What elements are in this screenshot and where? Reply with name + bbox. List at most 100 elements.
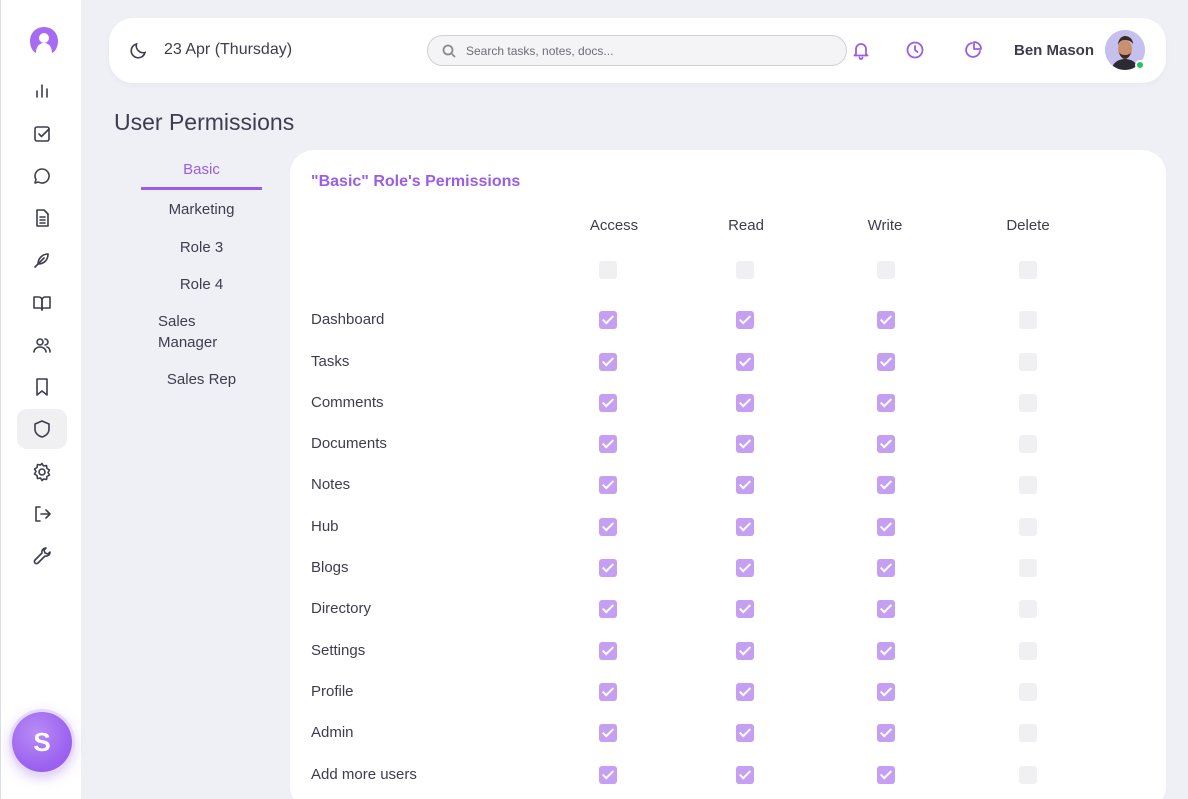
role-basic[interactable]: Basic <box>141 159 262 190</box>
delete-checkbox[interactable] <box>1019 435 1037 453</box>
permission-row-label: Dashboard <box>311 311 385 328</box>
write-checkbox[interactable] <box>877 766 895 784</box>
sidebar: S <box>0 0 81 799</box>
app-logo-icon[interactable] <box>28 26 60 54</box>
admin-shield-icon[interactable] <box>17 409 67 449</box>
directory-users-icon[interactable] <box>17 325 67 365</box>
access-checkbox[interactable] <box>599 766 617 784</box>
delete-checkbox[interactable] <box>1019 559 1037 577</box>
write-checkbox[interactable] <box>877 353 895 371</box>
comments-icon[interactable] <box>17 156 67 196</box>
read-checkbox[interactable] <box>736 559 754 577</box>
bookmark-icon[interactable] <box>17 367 67 407</box>
dashboard-chart-icon[interactable] <box>17 71 67 111</box>
hub-book-icon[interactable] <box>17 283 67 323</box>
write-checkbox[interactable] <box>877 435 895 453</box>
permission-row-label: Tasks <box>311 353 350 370</box>
access-checkbox[interactable] <box>599 559 617 577</box>
access-checkbox[interactable] <box>599 642 617 660</box>
delete-checkbox[interactable] <box>1019 683 1037 701</box>
read-checkbox[interactable] <box>736 518 754 536</box>
write-checkbox[interactable] <box>877 559 895 577</box>
select-all-read-checkbox[interactable] <box>736 261 754 279</box>
permission-row-label: Admin <box>311 724 354 741</box>
delete-checkbox[interactable] <box>1019 311 1037 329</box>
read-checkbox[interactable] <box>736 600 754 618</box>
select-all-write-checkbox[interactable] <box>877 261 895 279</box>
write-checkbox[interactable] <box>877 642 895 660</box>
role-marketing[interactable]: Marketing <box>141 199 262 220</box>
access-checkbox[interactable] <box>599 518 617 536</box>
column-access: Access <box>589 217 639 234</box>
role-3[interactable]: Role 3 <box>141 237 262 258</box>
write-checkbox[interactable] <box>877 600 895 618</box>
permission-row-label: Comments <box>311 394 384 411</box>
permission-row-label: Settings <box>311 642 366 659</box>
access-checkbox[interactable] <box>599 353 617 371</box>
write-checkbox[interactable] <box>877 683 895 701</box>
clock-icon[interactable] <box>905 40 925 60</box>
permission-row-label: Directory <box>311 600 372 617</box>
read-checkbox[interactable] <box>736 683 754 701</box>
brand-app-button[interactable]: S <box>12 712 72 772</box>
delete-checkbox[interactable] <box>1019 724 1037 742</box>
column-read: Read <box>728 217 764 234</box>
delete-checkbox[interactable] <box>1019 766 1037 784</box>
write-checkbox[interactable] <box>877 311 895 329</box>
access-checkbox[interactable] <box>599 435 617 453</box>
delete-checkbox[interactable] <box>1019 353 1037 371</box>
logout-icon[interactable] <box>17 494 67 534</box>
user-name[interactable]: Ben Mason <box>1014 42 1094 59</box>
access-checkbox[interactable] <box>599 683 617 701</box>
read-checkbox[interactable] <box>736 642 754 660</box>
tools-wrench-icon[interactable] <box>17 536 67 576</box>
notes-feather-icon[interactable] <box>17 240 67 280</box>
permission-row-label: Documents <box>311 435 387 452</box>
page-title: User Permissions <box>114 109 295 135</box>
permission-row-label: Profile <box>311 683 354 700</box>
top-header: 23 Apr (Thursday) Ben Mason <box>109 18 1166 83</box>
select-all-delete-checkbox[interactable] <box>1019 261 1037 279</box>
column-delete: Delete <box>1006 217 1050 234</box>
write-checkbox[interactable] <box>877 724 895 742</box>
access-checkbox[interactable] <box>599 724 617 742</box>
settings-gear-icon[interactable] <box>17 452 67 492</box>
documents-icon[interactable] <box>17 198 67 238</box>
tasks-check-icon[interactable] <box>17 114 67 154</box>
write-checkbox[interactable] <box>877 476 895 494</box>
read-checkbox[interactable] <box>736 435 754 453</box>
read-checkbox[interactable] <box>736 766 754 784</box>
access-checkbox[interactable] <box>599 600 617 618</box>
notification-bell-icon[interactable] <box>851 40 871 60</box>
pie-chart-icon[interactable] <box>963 40 983 60</box>
delete-checkbox[interactable] <box>1019 394 1037 412</box>
search-input[interactable] <box>466 43 826 58</box>
read-checkbox[interactable] <box>736 476 754 494</box>
delete-checkbox[interactable] <box>1019 642 1037 660</box>
role-4[interactable]: Role 4 <box>141 274 262 295</box>
permission-row-label: Blogs <box>311 559 349 576</box>
column-write: Write <box>867 217 903 234</box>
select-all-access-checkbox[interactable] <box>599 261 617 279</box>
read-checkbox[interactable] <box>736 353 754 371</box>
delete-checkbox[interactable] <box>1019 518 1037 536</box>
permission-row-label: Add more users <box>311 766 417 783</box>
role-sales-manager[interactable]: Sales Manager <box>141 311 225 353</box>
delete-checkbox[interactable] <box>1019 600 1037 618</box>
access-checkbox[interactable] <box>599 394 617 412</box>
role-sales-rep[interactable]: Sales Rep <box>141 369 262 390</box>
access-checkbox[interactable] <box>599 311 617 329</box>
moon-icon[interactable] <box>129 40 149 60</box>
permissions-panel: "Basic" Role's Permissions Access Read W… <box>290 150 1166 799</box>
read-checkbox[interactable] <box>736 724 754 742</box>
current-date: 23 Apr (Thursday) <box>164 41 293 58</box>
delete-checkbox[interactable] <box>1019 476 1037 494</box>
brand-letter: S <box>33 726 51 757</box>
access-checkbox[interactable] <box>599 476 617 494</box>
search-icon <box>442 44 456 58</box>
read-checkbox[interactable] <box>736 394 754 412</box>
write-checkbox[interactable] <box>877 518 895 536</box>
search-box[interactable] <box>427 35 847 66</box>
write-checkbox[interactable] <box>877 394 895 412</box>
read-checkbox[interactable] <box>736 311 754 329</box>
